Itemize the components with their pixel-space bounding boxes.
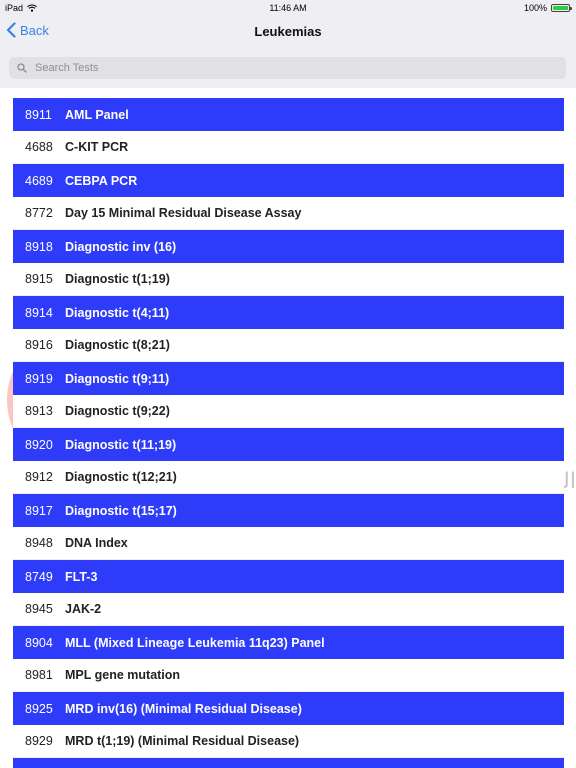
test-name: Diagnostic t(9;22)	[65, 404, 170, 418]
test-name: Day 15 Minimal Residual Disease Assay	[65, 206, 302, 220]
test-row[interactable]: 8929 MRD t(1;19) (Minimal Residual Diseas…	[13, 725, 564, 758]
test-row[interactable]: 8749 FLT-3	[13, 560, 564, 593]
battery-icon	[551, 4, 572, 12]
test-code: 8919	[25, 371, 53, 386]
test-code: 8925	[25, 701, 53, 716]
test-name: Diagnostic t(11;19)	[65, 437, 177, 452]
test-row[interactable]: 8772 Day 15 Minimal Residual Disease Assa…	[13, 197, 564, 230]
test-name: MRD inv(16) (Minimal Residual Disease)	[65, 701, 302, 716]
test-code: 8915	[25, 272, 53, 286]
test-row[interactable]: 8913 Diagnostic t(9;22)	[13, 395, 564, 428]
test-code: 8911	[25, 107, 52, 122]
test-row[interactable]: 8916 Diagnostic t(8;21)	[13, 329, 564, 362]
test-name: MRD t(1;19) (Minimal Residual Disease)	[65, 734, 300, 748]
test-name: Diagnostic t(15;17)	[65, 503, 177, 518]
test-code: 4689	[25, 173, 53, 188]
test-name: FLT-3	[65, 569, 98, 584]
test-code: 8912	[25, 470, 53, 484]
test-code: 8914	[25, 305, 53, 320]
test-row[interactable]: 8912 Diagnostic t(12;21)	[13, 461, 564, 494]
test-code: 8916	[25, 338, 53, 352]
test-list-panel[interactable]: 1902 AUBMC AMERICAN UNIVERSITY of BEIRUT…	[0, 88, 576, 768]
test-name: Diagnostic t(8;21)	[65, 338, 170, 352]
test-code: 8749	[25, 569, 53, 584]
test-row[interactable]: 8911 AML Panel	[13, 98, 564, 131]
test-code: 8920	[25, 437, 53, 452]
test-row[interactable]: 8920 Diagnostic t(11;19)	[13, 428, 564, 461]
test-row[interactable]: 8925 MRD inv(16) (Minimal Residual Diseas…	[13, 692, 564, 725]
test-code: 8929	[25, 734, 53, 748]
test-row[interactable]: 8981 MPL gene mutation	[13, 659, 564, 692]
test-code: 8918	[25, 239, 53, 254]
status-right: 100%	[523, 3, 572, 13]
test-name: AML Panel	[65, 107, 129, 122]
test-code: 8913	[25, 404, 53, 418]
test-row[interactable]: 8918 Diagnostic inv (16)	[13, 230, 564, 263]
test-name: DNA Index	[65, 536, 128, 550]
test-name: Diagnostic t(12;21)	[65, 470, 177, 484]
test-row[interactable]	[13, 758, 564, 768]
test-row[interactable]: 8904 MLL (Mixed Lineage Leukemia 11q23) P…	[13, 626, 564, 659]
battery-percent: 100%	[523, 3, 547, 13]
search-input[interactable]	[33, 61, 537, 75]
test-name: Diagnostic t(9;11)	[65, 371, 170, 386]
test-row[interactable]: 8919 Diagnostic t(9;11)	[13, 362, 564, 395]
status-bar: iPad 11:46 AM 100%	[0, 0, 576, 16]
test-code: 8945	[25, 602, 53, 616]
test-name: Diagnostic t(1;19)	[65, 272, 170, 286]
test-list: 8911 AML Panel 4688 C-KIT PCR 4689 CEBPA PC…	[13, 98, 564, 768]
test-row[interactable]: 4689 CEBPA PCR	[13, 164, 564, 197]
search-bar[interactable]	[9, 57, 566, 79]
page-title: Leukemias	[254, 24, 322, 39]
test-code: 8948	[25, 536, 53, 550]
test-name: MPL gene mutation	[65, 668, 181, 682]
test-row[interactable]: 4688 C-KIT PCR	[13, 131, 564, 164]
test-code: 8917	[25, 503, 53, 518]
test-row[interactable]: 8915 Diagnostic t(1;19)	[13, 263, 564, 296]
test-name: Diagnostic inv (16)	[65, 239, 177, 254]
test-name: JAK-2	[65, 602, 102, 616]
test-row[interactable]: 8914 Diagnostic t(4;11)	[13, 296, 564, 329]
test-code: 4688	[25, 140, 53, 154]
search-icon	[17, 63, 27, 73]
test-code: 8981	[25, 668, 53, 682]
test-name: MLL (Mixed Lineage Leukemia 11q23) Panel	[65, 635, 325, 650]
status-time: 11:46 AM	[269, 3, 307, 13]
test-row[interactable]: 8917 Diagnostic t(15;17)	[13, 494, 564, 527]
test-code: 8772	[25, 206, 53, 220]
test-code: 8904	[25, 635, 53, 650]
navigation-bar: Back Leukemias	[0, 16, 576, 46]
test-row[interactable]: 8948 DNA Index	[13, 527, 564, 560]
test-name: C-KIT PCR	[65, 140, 129, 154]
test-name: Diagnostic t(4;11)	[65, 305, 170, 320]
test-name: CEBPA PCR	[65, 173, 138, 188]
test-row[interactable]: 8945 JAK-2	[13, 593, 564, 626]
